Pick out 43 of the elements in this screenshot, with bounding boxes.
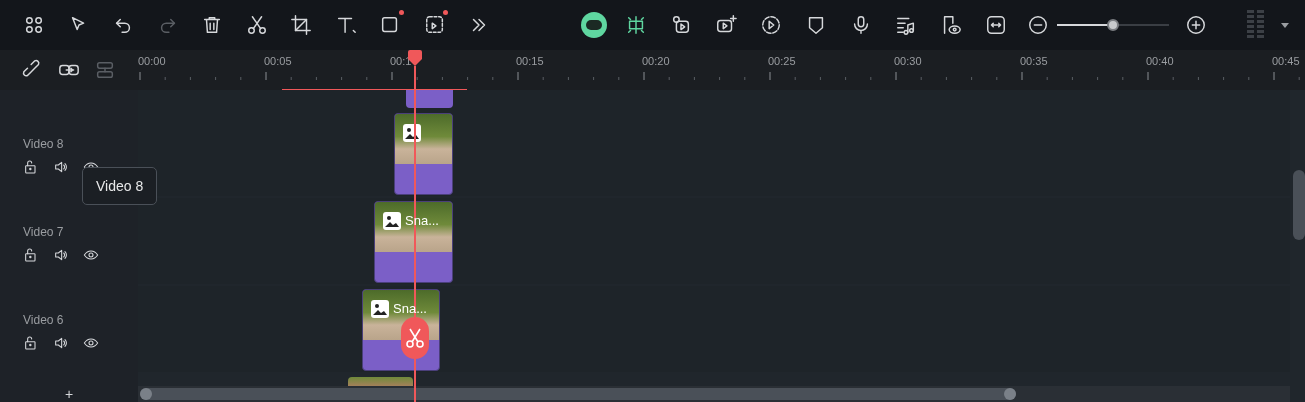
lock-open-icon[interactable]: [23, 246, 39, 263]
scissors-icon[interactable]: [245, 14, 268, 36]
tooltip: Video 8: [82, 167, 158, 205]
video-clip[interactable]: [394, 113, 453, 195]
image-icon: [371, 300, 389, 318]
video-clip[interactable]: [406, 90, 453, 108]
video-clip[interactable]: [348, 377, 413, 386]
video-reply-icon[interactable]: [670, 14, 692, 36]
time-label: 00:05: [264, 56, 292, 67]
fit-width-icon[interactable]: [985, 14, 1007, 36]
lock-open-icon[interactable]: [23, 334, 39, 351]
split-frame-icon[interactable]: [625, 14, 647, 36]
add-track-button[interactable]: +: [64, 387, 74, 401]
track-name: Video 6: [23, 313, 65, 326]
time-label: 00:35: [1020, 56, 1048, 67]
time-label: 00:15: [516, 56, 544, 67]
ai-robot-icon[interactable]: [580, 12, 607, 38]
play-circle-icon[interactable]: [760, 14, 782, 36]
merge-track-icon[interactable]: [94, 59, 116, 81]
crop-icon[interactable]: [290, 14, 313, 36]
time-label: 00:45: [1272, 56, 1300, 67]
horizontal-scrollbar[interactable]: [138, 386, 1290, 402]
vertical-scrollbar-thumb[interactable]: [1293, 170, 1305, 240]
image-icon: [383, 212, 401, 230]
track-name: Video 8: [23, 137, 65, 150]
time-label: 00:40: [1146, 56, 1174, 67]
grip-icon[interactable]: [1247, 10, 1265, 40]
time-label: 00:25: [768, 56, 796, 67]
dropdown-caret-icon[interactable]: [1281, 22, 1289, 28]
zoom-slider[interactable]: [1056, 18, 1169, 32]
track-name: Video 7: [23, 225, 65, 238]
time-label: 00:00: [138, 56, 166, 67]
lock-open-icon[interactable]: [23, 158, 39, 175]
zoom-in-icon[interactable]: [1184, 14, 1207, 36]
mask-shape-icon[interactable]: [423, 14, 446, 36]
zoom-out-icon[interactable]: [1026, 14, 1049, 36]
time-label: 00:30: [894, 56, 922, 67]
scrollbar-thumb[interactable]: [140, 388, 1016, 400]
slider-thumb[interactable]: [1106, 19, 1119, 31]
time-label: 00:20: [642, 56, 670, 67]
split-scissors-button[interactable]: [401, 317, 429, 359]
scissors-icon: [406, 327, 424, 349]
time-label: 00:1: [390, 56, 412, 67]
